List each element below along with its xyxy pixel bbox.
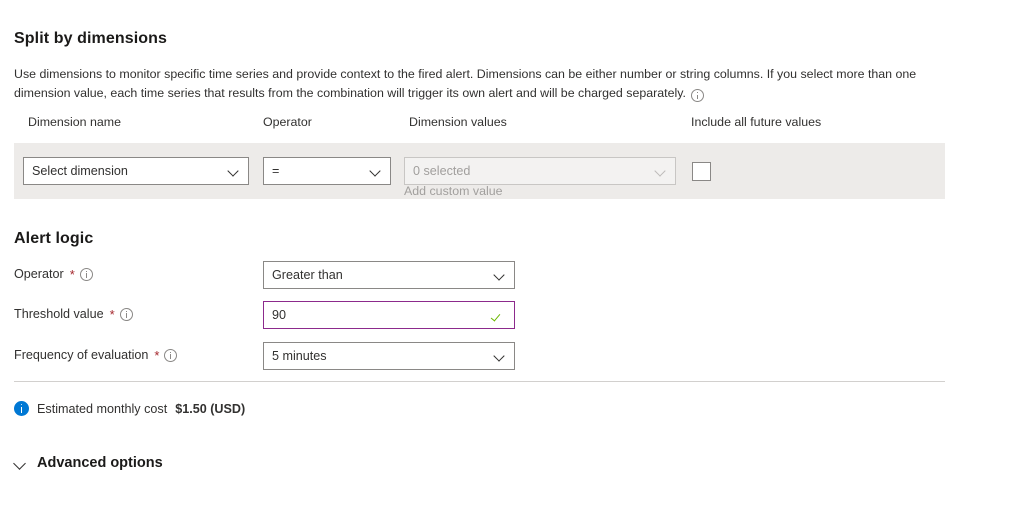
add-custom-value-helper-text[interactable]: Add custom value <box>404 184 503 198</box>
column-header-operator: Operator <box>263 115 312 129</box>
threshold-value-input[interactable]: 90 <box>272 308 488 322</box>
description-info-icon[interactable] <box>690 86 704 105</box>
column-header-dimension-values: Dimension values <box>409 115 507 129</box>
estimated-cost-amount: $1.50 (USD) <box>175 401 246 416</box>
dimension-values-dropdown[interactable]: 0 selected <box>404 157 676 185</box>
frequency-of-evaluation-label: Frequency of evaluation * <box>14 347 178 363</box>
column-header-dimension-name: Dimension name <box>28 115 121 129</box>
dimension-operator-value: = <box>272 164 280 178</box>
frequency-of-evaluation-value: 5 minutes <box>272 349 327 363</box>
operator-info-icon[interactable] <box>79 267 93 281</box>
description-text: Use dimensions to monitor specific time … <box>14 67 917 100</box>
frequency-of-evaluation-info-icon[interactable] <box>164 348 178 362</box>
chevron-down-icon <box>14 457 27 470</box>
estimated-cost-label: Estimated monthly cost <box>37 401 168 416</box>
operator-label: Operator * <box>14 267 93 281</box>
frequency-of-evaluation-dropdown[interactable]: 5 minutes <box>263 342 515 370</box>
divider <box>14 381 945 382</box>
info-filled-icon <box>14 401 29 416</box>
advanced-options-toggle[interactable]: Advanced options <box>14 455 163 471</box>
split-by-dimensions-description: Use dimensions to monitor specific time … <box>14 65 926 105</box>
required-marker: * <box>154 347 160 363</box>
threshold-value-label: Threshold value * <box>14 307 133 321</box>
split-by-dimensions-title: Split by dimensions <box>14 30 168 47</box>
required-marker: * <box>69 266 75 282</box>
advanced-options-label: Advanced options <box>37 455 163 471</box>
alert-operator-value: Greater than <box>272 268 343 282</box>
required-marker: * <box>109 306 115 322</box>
alert-logic-title: Alert logic <box>14 230 94 247</box>
chevron-down-icon <box>228 165 240 177</box>
dimension-values-value: 0 selected <box>413 164 471 178</box>
estimated-cost-row: Estimated monthly cost $1.50 (USD) <box>14 401 245 416</box>
threshold-value-input-wrapper[interactable]: 90 <box>263 301 515 329</box>
chevron-down-icon <box>494 350 506 362</box>
chevron-down-icon <box>655 165 667 177</box>
select-dimension-dropdown[interactable]: Select dimension <box>23 157 249 185</box>
frequency-of-evaluation-label-text: Frequency of evaluation <box>14 348 149 362</box>
chevron-down-icon <box>370 165 382 177</box>
select-dimension-value: Select dimension <box>32 164 128 178</box>
alert-operator-dropdown[interactable]: Greater than <box>263 261 515 289</box>
checkmark-icon <box>492 308 506 322</box>
threshold-value-label-text: Threshold value <box>14 307 104 321</box>
column-header-include-all-future-values: Include all future values <box>691 115 822 129</box>
include-all-future-values-checkbox[interactable] <box>692 162 711 181</box>
operator-label-text: Operator <box>14 267 64 281</box>
chevron-down-icon <box>494 269 506 281</box>
dimension-operator-dropdown[interactable]: = <box>263 157 391 185</box>
threshold-value-info-icon[interactable] <box>119 307 133 321</box>
